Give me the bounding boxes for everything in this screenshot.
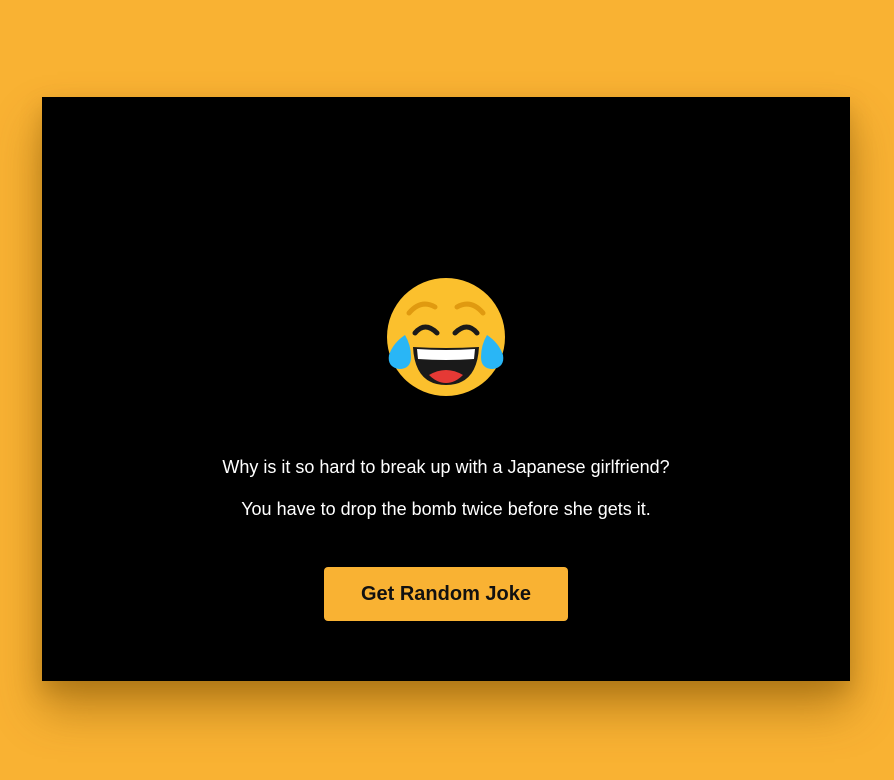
joke-setup-text: Why is it so hard to break up with a Jap… [222, 457, 670, 477]
joke-card: Why is it so hard to break up with a Jap… [42, 97, 850, 681]
joke-punchline-text: You have to drop the bomb twice before s… [241, 499, 651, 519]
face-with-tears-of-joy-icon [385, 277, 507, 399]
get-random-joke-button[interactable]: Get Random Joke [324, 567, 568, 621]
